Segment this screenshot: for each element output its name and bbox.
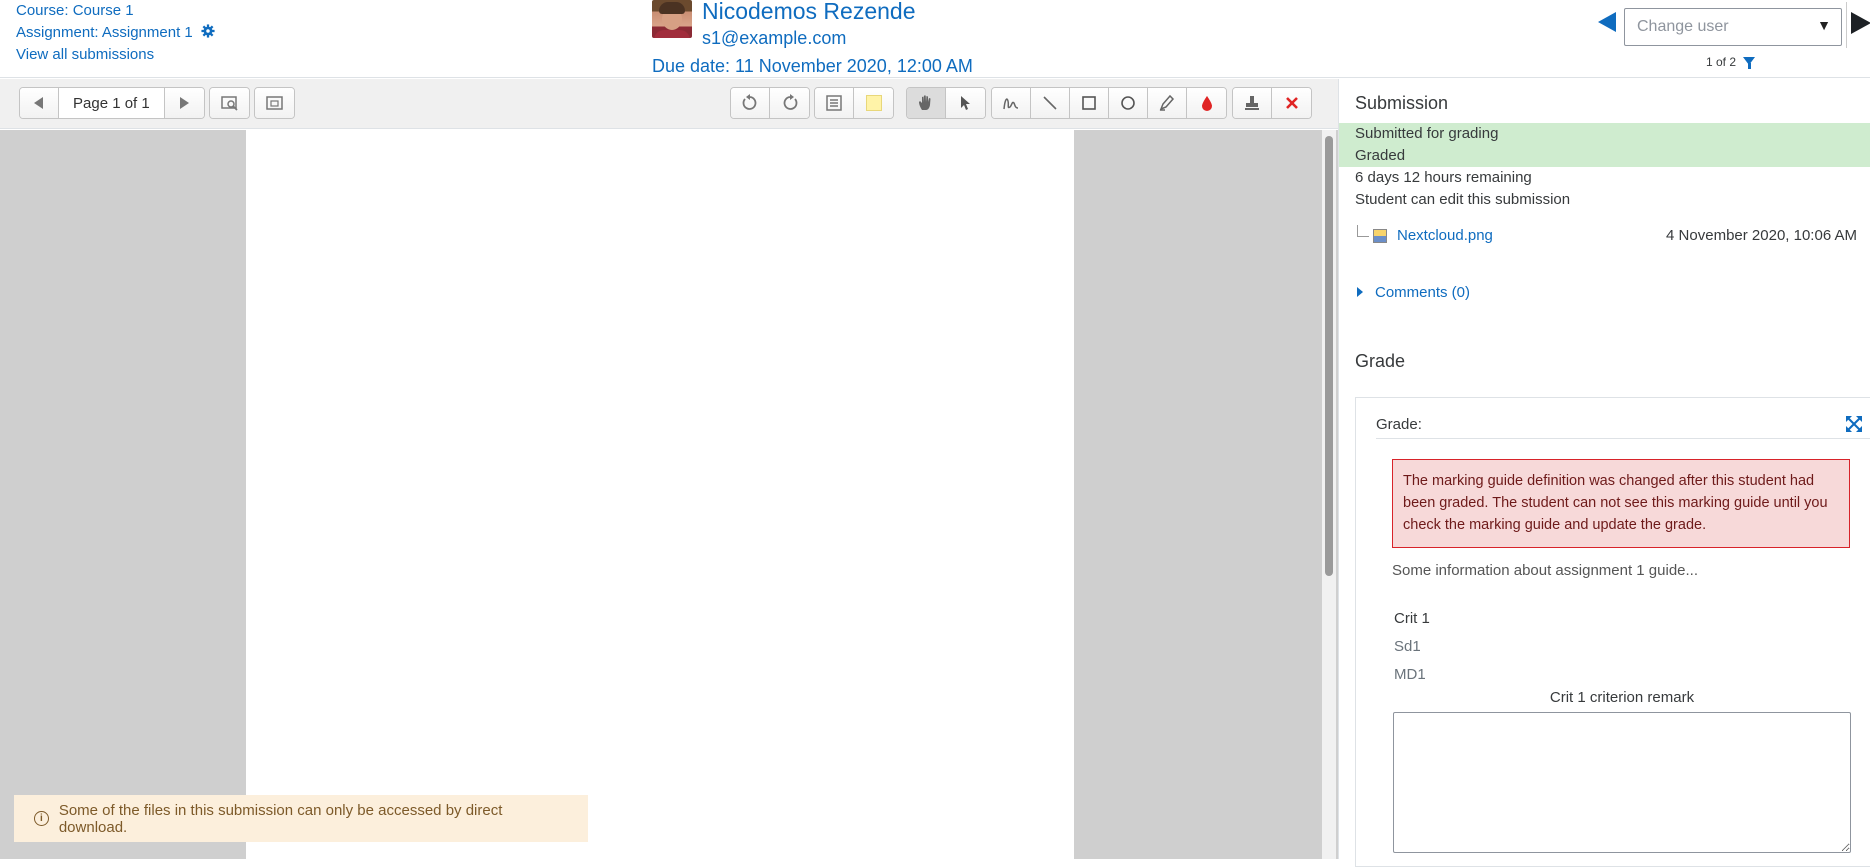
grading-panel: Submission Submitted for grading Graded …: [1338, 79, 1870, 867]
stamp-tool-button[interactable]: [1233, 88, 1272, 118]
next-page-icon: [180, 97, 190, 109]
prev-page-icon: [34, 97, 43, 109]
pdf-page-canvas[interactable]: [246, 130, 1074, 859]
highlight-icon: [1159, 94, 1175, 111]
rotate-right-button[interactable]: [770, 88, 809, 118]
due-date: Due date: 11 November 2020, 12:00 AM: [652, 56, 973, 76]
rotate-left-button[interactable]: [731, 88, 770, 118]
scrollbar-thumb[interactable]: [1325, 136, 1333, 576]
search-comments-button[interactable]: [210, 88, 249, 118]
expand-comments-icon: [265, 96, 283, 110]
submitted-file: Nextcloud.png 4 November 2020, 10:06 AM: [1357, 225, 1857, 249]
prev-page-button[interactable]: [20, 88, 59, 118]
delete-icon: [1285, 97, 1298, 109]
gear-icon[interactable]: [201, 24, 215, 38]
stamp-icon: [1245, 96, 1259, 110]
criterion-description: Sd1: [1394, 638, 1421, 655]
course-link[interactable]: Course: Course 1: [16, 2, 134, 19]
rotate-group: [730, 87, 810, 119]
pan-icon: [919, 95, 931, 110]
comment-icon: [826, 95, 842, 111]
caret-right-icon: [1357, 287, 1363, 297]
grading-header: Course: Course 1 Assignment: Assignment …: [0, 0, 1870, 78]
criterion-remark-textarea[interactable]: [1393, 712, 1851, 853]
document-editor: i Some of the files in this submission c…: [0, 130, 1338, 859]
avatar[interactable]: [652, 0, 692, 38]
header-links: Course: Course 1 Assignment: Assignment …: [16, 0, 215, 66]
view-all-submissions-link[interactable]: View all submissions: [16, 46, 154, 63]
change-user-select[interactable]: Change user ▼: [1624, 8, 1842, 46]
image-file-icon: [1373, 229, 1387, 243]
user-name-link[interactable]: Nicodemos Rezende: [702, 0, 916, 25]
line-tool-button[interactable]: [1031, 88, 1070, 118]
expand-comments-group: [254, 87, 295, 119]
pen-icon: [1003, 98, 1019, 110]
rectangle-tool-button[interactable]: [1070, 88, 1109, 118]
annotation-toolbar: Page 1 of 1: [0, 79, 1338, 129]
drawing-tools-group: [991, 87, 1227, 119]
pan-tool-button[interactable]: [907, 88, 946, 118]
oval-tool-button[interactable]: [1109, 88, 1148, 118]
file-link[interactable]: Nextcloud.png: [1397, 227, 1493, 244]
expand-icon[interactable]: [1846, 416, 1862, 432]
submission-heading: Submission: [1355, 93, 1449, 113]
grade-heading: Grade: [1355, 351, 1406, 371]
user-email: s1@example.com: [702, 28, 847, 48]
download-notice: i Some of the files in this submission c…: [14, 795, 588, 842]
page-navigation: Page 1 of 1: [19, 87, 205, 119]
delete-annotation-button[interactable]: [1272, 88, 1311, 118]
change-user-placeholder: Change user: [1637, 18, 1729, 35]
page-indicator[interactable]: Page 1 of 1: [59, 88, 165, 118]
rectangle-icon: [1082, 96, 1096, 110]
comments-label: Comments (0): [1375, 284, 1471, 301]
chevron-down-icon: ▼: [1817, 17, 1831, 33]
comment-color-button[interactable]: [854, 88, 893, 118]
oval-icon: [1121, 96, 1135, 110]
assignment-link[interactable]: Assignment: Assignment 1: [16, 24, 193, 41]
criterion-name: Crit 1: [1394, 610, 1430, 627]
select-icon: [960, 96, 970, 110]
notice-text: Some of the files in this submission can…: [58, 801, 503, 836]
search-comments-group: [209, 87, 250, 119]
edit-permission: Student can edit this submission: [1355, 191, 1571, 208]
highlight-tool-button[interactable]: [1148, 88, 1187, 118]
rotate-right-icon: [783, 94, 797, 110]
annotation-color-button[interactable]: [1187, 88, 1226, 118]
guide-description: Some information about assignment 1 guid…: [1392, 562, 1699, 579]
select-tool-button[interactable]: [946, 88, 985, 118]
divider: [1376, 438, 1870, 439]
grade-form: Grade: The marking guide definition was …: [1355, 397, 1870, 867]
marking-guide-alert: The marking guide definition was changed…: [1392, 459, 1850, 548]
pen-tool-button[interactable]: [992, 88, 1031, 118]
grade-label: Grade:: [1376, 416, 1422, 433]
expand-comments-button[interactable]: [255, 88, 294, 118]
info-icon: i: [34, 811, 49, 826]
criterion-marker-description: MD1: [1394, 666, 1426, 683]
color-drop-icon: [1201, 96, 1212, 111]
comment-tool-button[interactable]: [815, 88, 854, 118]
status-submitted: Submitted for grading: [1339, 123, 1870, 145]
file-date: 4 November 2020, 10:06 AM: [1666, 227, 1857, 244]
comment-group: [814, 87, 894, 119]
filter-icon[interactable]: [1743, 57, 1756, 69]
color-swatch-icon: [865, 95, 882, 111]
user-count: 1 of 2: [1706, 55, 1756, 69]
status-graded: Graded: [1339, 145, 1870, 167]
editor-scrollbar[interactable]: [1322, 130, 1336, 859]
next-user-button[interactable]: [1846, 2, 1870, 48]
previous-user-icon[interactable]: [1598, 12, 1616, 32]
tree-line: [1357, 225, 1369, 237]
comments-toggle[interactable]: Comments (0): [1357, 284, 1470, 301]
stamp-delete-group: [1232, 87, 1312, 119]
search-comments-icon: [220, 96, 238, 111]
time-remaining: 6 days 12 hours remaining: [1355, 169, 1532, 186]
next-page-button[interactable]: [164, 88, 204, 118]
pan-select-group: [906, 87, 986, 119]
next-user-icon: [1851, 12, 1870, 34]
user-count-text: 1 of 2: [1706, 55, 1737, 69]
line-icon: [1043, 96, 1057, 110]
remark-label: Crit 1 criterion remark: [1549, 689, 1695, 706]
rotate-left-icon: [742, 94, 757, 110]
